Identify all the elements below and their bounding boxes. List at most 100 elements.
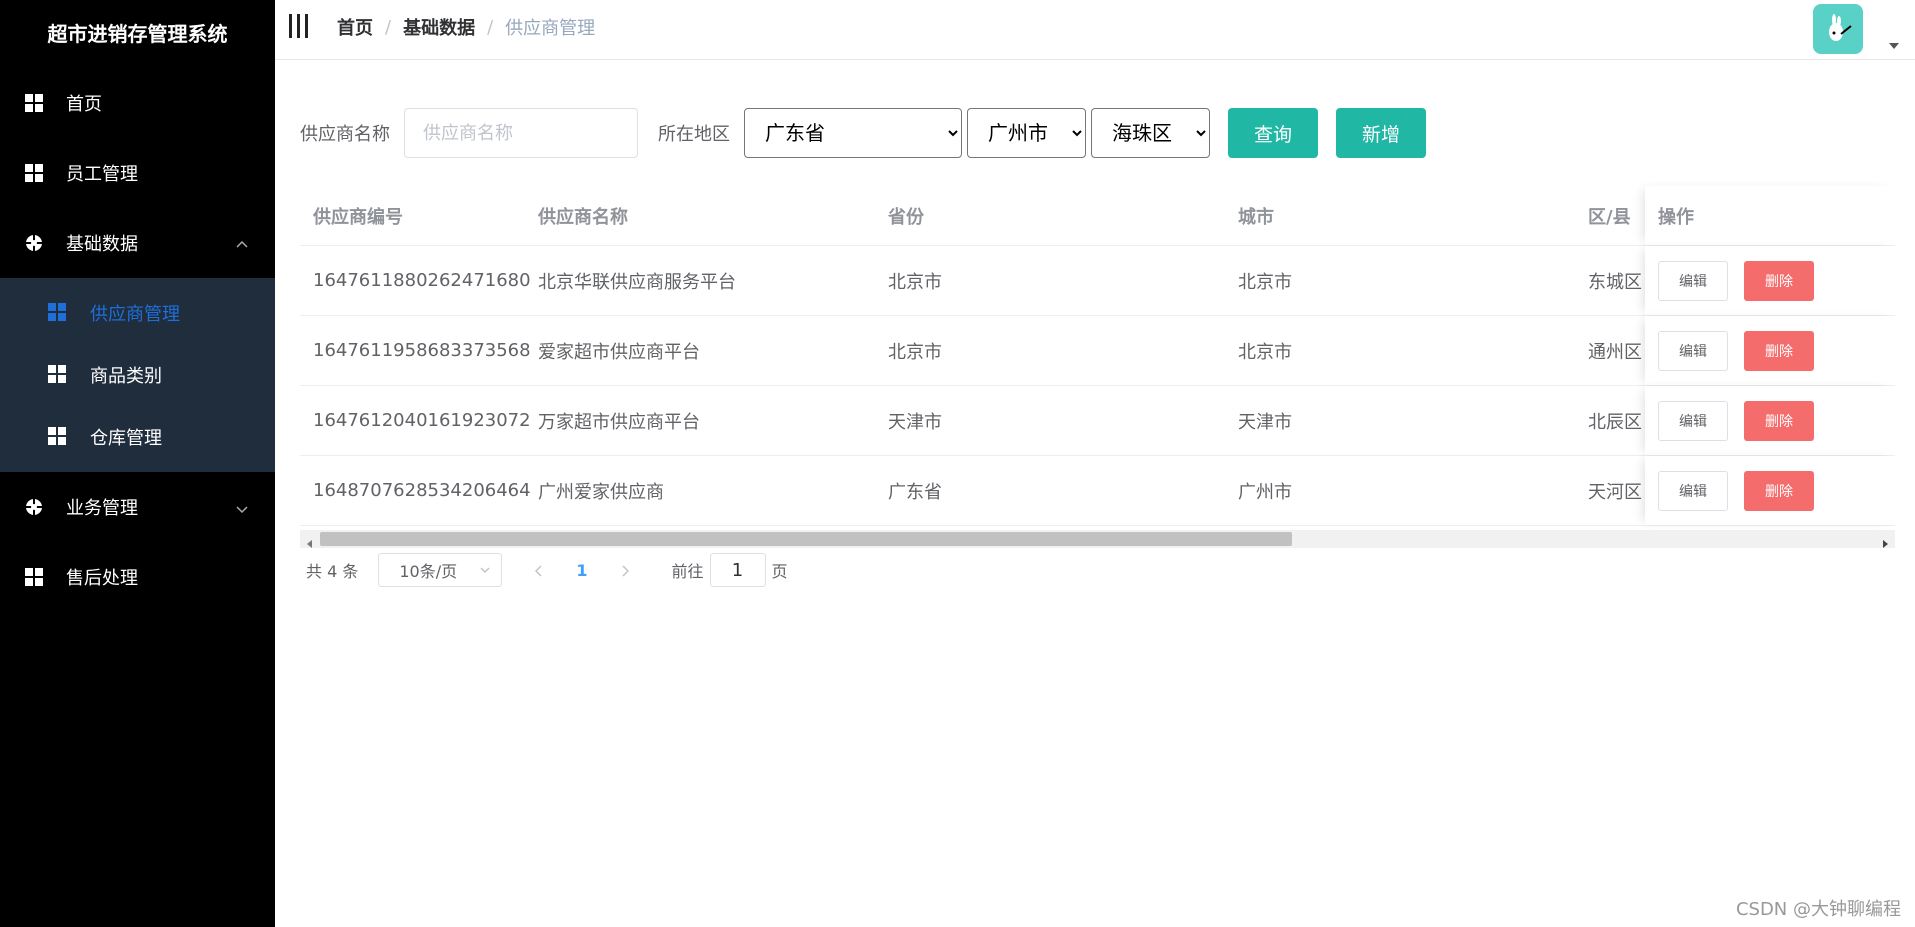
delete-button[interactable]: 删除 (1744, 260, 1814, 301)
sidebar-item-suppliers[interactable]: 供应商管理 (0, 282, 275, 344)
sidebar-item-label: 员工管理 (66, 164, 138, 185)
cell-city: 北京市 (1238, 341, 1292, 363)
pagination: 共 4 条 10条/页 1 前往 页 (306, 553, 788, 587)
cell-city: 北京市 (1238, 271, 1292, 293)
scrollbar-thumb[interactable] (320, 532, 1292, 546)
cell-province: 天津市 (888, 411, 942, 433)
cell-province: 广东省 (888, 481, 942, 503)
breadcrumb-basic-data[interactable]: 基础数据 (403, 14, 475, 40)
province-select[interactable]: 广东省 (744, 108, 962, 158)
prev-page-icon[interactable] (532, 563, 546, 577)
column-header: 操作 (1645, 186, 1895, 245)
column-header: 城市 (1238, 206, 1274, 228)
edit-button[interactable]: 编辑 (1658, 400, 1728, 441)
district-select[interactable]: 海珠区 (1091, 108, 1210, 158)
cell-name: 北京华联供应商服务平台 (538, 271, 736, 293)
sidebar-item-categories[interactable]: 商品类别 (0, 344, 275, 406)
target-icon (24, 497, 44, 517)
cell-city: 天津市 (1238, 411, 1292, 433)
add-button[interactable]: 新增 (1336, 108, 1427, 158)
cell-province: 北京市 (888, 271, 942, 293)
edit-button[interactable]: 编辑 (1658, 470, 1728, 511)
query-button[interactable]: 查询 (1228, 108, 1319, 158)
sidebar-item-after-sales[interactable]: 售后处理 (0, 542, 275, 612)
sidebar-item-basic-data[interactable]: 基础数据 (0, 208, 275, 278)
target-icon (24, 233, 44, 253)
sidebar-item-warehouse[interactable]: 仓库管理 (0, 406, 275, 468)
app-title: 超市进销存管理系统 (47, 22, 228, 46)
cell-actions: 编辑 删除 (1645, 386, 1895, 455)
submenu-basic-data: 供应商管理 商品类别 仓库管理 (0, 278, 275, 472)
page-size-value: 10条/页 (399, 562, 458, 581)
cell-name: 广州爱家供应商 (538, 481, 664, 503)
cell-actions: 编辑 删除 (1645, 456, 1895, 525)
breadcrumb: 首页 / 基础数据 / 供应商管理 (337, 0, 595, 54)
filter-bar: 供应商名称 所在地区 广东省 广州市 海珠区 查询 新增 (300, 108, 1427, 158)
sidebar-item-label: 售后处理 (66, 568, 138, 589)
column-header: 供应商名称 (538, 206, 628, 228)
caret-down-icon[interactable] (1889, 36, 1899, 49)
cell-district: 东城区 (1588, 271, 1642, 293)
table-row: 1648707628534206464 广州爱家供应商 广东省 广州市 天河区 … (300, 456, 1895, 526)
delete-button[interactable]: 删除 (1744, 470, 1814, 511)
page-number-current[interactable]: 1 (576, 561, 587, 580)
sidebar-item-label: 首页 (66, 94, 102, 115)
cell-id: 1648707628534206464 (313, 480, 531, 501)
scroll-left-icon[interactable] (305, 534, 315, 548)
cell-id: 1647611880262471680 (313, 270, 531, 291)
edit-button[interactable]: 编辑 (1658, 330, 1728, 371)
chevron-down-icon (235, 500, 249, 514)
goto-suffix: 页 (771, 562, 788, 581)
cell-district: 通州区 (1588, 341, 1642, 363)
sidebar-item-label: 供应商管理 (90, 304, 180, 325)
column-header: 供应商编号 (313, 206, 403, 228)
sidebar-item-home[interactable]: 首页 (0, 68, 275, 138)
goto-label: 前往 (671, 562, 704, 581)
supplier-table: 供应商编号 供应商名称 省份 城市 区/县 操作 164761188026247… (300, 186, 1895, 526)
cell-actions: 编辑 删除 (1645, 246, 1895, 315)
cell-district: 北辰区 (1588, 411, 1642, 433)
scroll-right-icon[interactable] (1880, 534, 1890, 548)
horizontal-scrollbar[interactable] (300, 530, 1895, 548)
grid-icon (24, 163, 44, 183)
supplier-name-label: 供应商名称 (300, 124, 390, 145)
table-row: 1647611958683373568 爱家超市供应商平台 北京市 北京市 通州… (300, 316, 1895, 386)
edit-button[interactable]: 编辑 (1658, 260, 1728, 301)
goto-page-input[interactable] (709, 553, 766, 587)
sidebar-item-label: 业务管理 (66, 498, 138, 519)
cell-district: 天河区 (1588, 481, 1642, 503)
cell-city: 广州市 (1238, 481, 1292, 503)
sidebar-item-business[interactable]: 业务管理 (0, 472, 275, 542)
breadcrumb-home[interactable]: 首页 (337, 14, 373, 40)
app: 超市进销存管理系统 首页 员工管理 基础数据 供应商管理 商品类别 仓库管理 业… (0, 0, 1915, 927)
next-page-icon[interactable] (618, 563, 632, 577)
region-label: 所在地区 (658, 124, 730, 145)
cell-name: 万家超市供应商平台 (538, 411, 700, 433)
delete-button[interactable]: 删除 (1744, 400, 1814, 441)
cell-id: 1647611958683373568 (313, 340, 531, 361)
goto-page: 前往 页 (672, 553, 788, 587)
cell-actions: 编辑 删除 (1645, 316, 1895, 385)
total-count: 共 4 条 (306, 562, 359, 581)
chevron-up-icon (235, 236, 249, 250)
breadcrumb-current: 供应商管理 (505, 18, 596, 39)
column-header-label: 操作 (1658, 206, 1694, 228)
grid-icon (48, 427, 68, 447)
cell-province: 北京市 (888, 341, 942, 363)
page-size-select[interactable]: 10条/页 (378, 553, 503, 587)
menu-toggle-icon[interactable] (289, 14, 311, 40)
grid-icon (48, 365, 68, 385)
supplier-name-input[interactable] (404, 108, 638, 158)
city-select[interactable]: 广州市 (967, 108, 1086, 158)
delete-button[interactable]: 删除 (1744, 330, 1814, 371)
sidebar: 超市进销存管理系统 首页 员工管理 基础数据 供应商管理 商品类别 仓库管理 业… (0, 0, 275, 927)
grid-icon (48, 303, 68, 323)
grid-icon (24, 93, 44, 113)
table-header: 供应商编号 供应商名称 省份 城市 区/县 操作 (300, 186, 1895, 246)
avatar-icon (1829, 14, 1852, 41)
sidebar-item-label: 商品类别 (90, 366, 162, 387)
sidebar-item-employees[interactable]: 员工管理 (0, 138, 275, 208)
avatar[interactable] (1813, 4, 1863, 54)
cell-id: 1647612040161923072 (313, 410, 531, 431)
breadcrumb-separator: / (385, 16, 392, 38)
